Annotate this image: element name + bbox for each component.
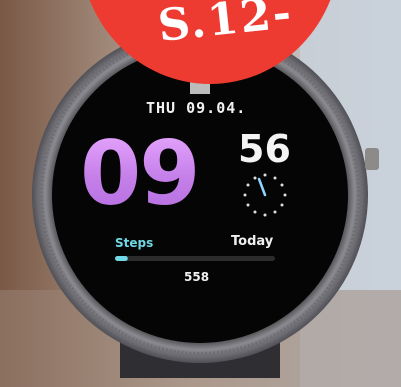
mini-dial-dot	[246, 183, 250, 187]
mini-dial-dot	[280, 183, 284, 187]
mini-dial-dot	[243, 193, 247, 197]
steps-label: Steps	[115, 236, 154, 250]
minutes-display: 56	[238, 127, 291, 171]
stage: THU 09.04. 09 56 Steps Today 558 S.12-	[0, 0, 401, 387]
hours-display: 09	[80, 122, 200, 225]
mini-dial-dot	[253, 210, 257, 214]
steps-progress-fill	[115, 256, 128, 261]
mini-dial-dot	[280, 203, 284, 207]
watch-crown	[365, 148, 379, 170]
steps-value: 558	[184, 270, 210, 284]
mini-dial-dot	[273, 210, 277, 214]
date-label: THU 09.04.	[146, 99, 247, 117]
mini-dial-dot	[253, 176, 257, 180]
mini-dial-dot	[273, 176, 277, 180]
mini-dial-dot	[263, 213, 267, 217]
steps-progress-track	[115, 256, 275, 261]
mini-dial-dot	[246, 203, 250, 207]
mini-dial-dot	[263, 173, 267, 177]
mini-dial-dot	[283, 193, 287, 197]
today-label: Today	[231, 234, 274, 249]
